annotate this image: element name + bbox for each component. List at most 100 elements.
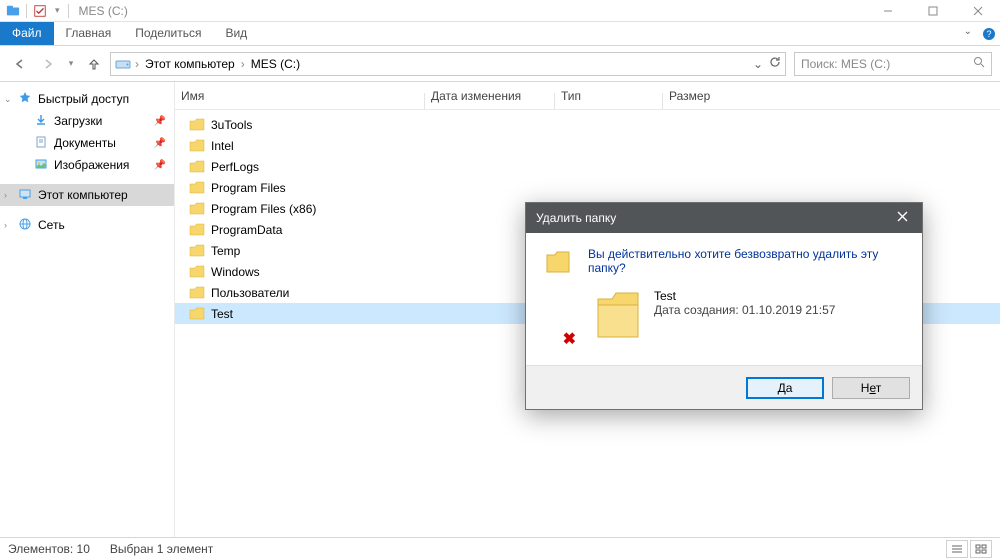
column-date: Дата изменения bbox=[431, 89, 561, 103]
file-name: PerfLogs bbox=[211, 160, 259, 174]
breadcrumb[interactable]: Этот компьютер bbox=[141, 57, 239, 71]
file-name: Windows bbox=[211, 265, 260, 279]
network-icon bbox=[18, 217, 32, 234]
dialog-titlebar[interactable]: Удалить папку bbox=[526, 203, 922, 233]
sidebar-item-label: Документы bbox=[54, 136, 116, 150]
qa-properties-icon[interactable] bbox=[33, 4, 47, 18]
image-icon bbox=[34, 157, 48, 174]
minimize-button[interactable] bbox=[865, 0, 910, 22]
window-title: MES (C:) bbox=[75, 4, 128, 18]
file-name: ProgramData bbox=[211, 223, 282, 237]
chevron-right-icon[interactable]: › bbox=[133, 57, 141, 71]
dialog-question: Вы действительно хотите безвозвратно уда… bbox=[588, 247, 904, 275]
folder-icon bbox=[189, 201, 205, 217]
file-name: Program Files bbox=[211, 181, 286, 195]
file-name: Test bbox=[211, 307, 233, 321]
tab-home[interactable]: Главная bbox=[54, 22, 124, 45]
document-icon bbox=[34, 135, 48, 152]
recent-dropdown-icon[interactable]: ▾ bbox=[64, 52, 78, 76]
address-bar[interactable]: › Этот компьютер › MES (C:) ⌄ bbox=[110, 52, 786, 76]
expand-icon[interactable]: › bbox=[4, 190, 7, 200]
forward-button[interactable] bbox=[36, 52, 60, 76]
delete-folder-dialog: Удалить папку ✖ Вы действительно хотите … bbox=[525, 202, 923, 410]
sidebar-item-documents[interactable]: Документы 📌 bbox=[0, 132, 174, 154]
file-name: 3uTools bbox=[211, 118, 252, 132]
sidebar: ⌄ Быстрый доступ Загрузки 📌 Документы 📌 … bbox=[0, 82, 175, 537]
dialog-item-meta: Дата создания: 01.10.2019 21:57 bbox=[654, 303, 835, 317]
close-button[interactable] bbox=[955, 0, 1000, 22]
column-headers[interactable]: Имя Дата изменения Тип Размер bbox=[175, 82, 1000, 110]
sidebar-item-downloads[interactable]: Загрузки 📌 bbox=[0, 110, 174, 132]
sidebar-network[interactable]: › Сеть bbox=[0, 214, 174, 236]
folder-icon bbox=[189, 180, 205, 196]
file-row[interactable]: 3uTools bbox=[175, 114, 1000, 135]
sidebar-label: Этот компьютер bbox=[38, 188, 128, 202]
search-input[interactable]: Поиск: MES (C:) bbox=[794, 52, 992, 76]
folder-icon bbox=[189, 264, 205, 280]
sidebar-this-pc[interactable]: › Этот компьютер bbox=[0, 184, 174, 206]
ribbon-collapse-icon[interactable]: ⌄ bbox=[958, 22, 978, 45]
folder-icon bbox=[594, 287, 642, 347]
folder-icon bbox=[189, 243, 205, 259]
pin-icon: 📌 bbox=[154, 138, 166, 149]
file-row[interactable]: Program Files bbox=[175, 177, 1000, 198]
status-selection: Выбран 1 элемент bbox=[110, 542, 213, 556]
folder-icon bbox=[189, 117, 205, 133]
back-button[interactable] bbox=[8, 52, 32, 76]
tab-share[interactable]: Поделиться bbox=[123, 22, 213, 45]
navigation-bar: ▾ › Этот компьютер › MES (C:) ⌄ Поиск: M… bbox=[0, 46, 1000, 82]
star-icon bbox=[18, 91, 32, 108]
sidebar-item-pictures[interactable]: Изображения 📌 bbox=[0, 154, 174, 176]
dialog-title: Удалить папку bbox=[536, 211, 616, 225]
folder-icon bbox=[189, 138, 205, 154]
breadcrumb[interactable]: MES (C:) bbox=[247, 57, 304, 71]
sidebar-label: Быстрый доступ bbox=[38, 92, 129, 106]
file-row[interactable]: PerfLogs bbox=[175, 156, 1000, 177]
view-large-icons-button[interactable] bbox=[970, 540, 992, 558]
status-count: Элементов: 10 bbox=[8, 542, 90, 556]
tab-file[interactable]: Файл bbox=[0, 22, 54, 45]
qa-dropdown-icon[interactable]: ▾ bbox=[53, 5, 62, 16]
sidebar-item-label: Загрузки bbox=[54, 114, 102, 128]
file-row[interactable]: Intel bbox=[175, 135, 1000, 156]
maximize-button[interactable] bbox=[910, 0, 955, 22]
file-name: Intel bbox=[211, 139, 234, 153]
sidebar-item-label: Изображения bbox=[54, 158, 129, 172]
column-name: Имя bbox=[181, 89, 431, 103]
help-button[interactable]: ? bbox=[978, 22, 1000, 45]
tab-view[interactable]: Вид bbox=[213, 22, 259, 45]
chevron-right-icon[interactable]: › bbox=[239, 57, 247, 71]
up-button[interactable] bbox=[82, 52, 106, 76]
folder-icon bbox=[189, 159, 205, 175]
sidebar-quick-access[interactable]: ⌄ Быстрый доступ bbox=[0, 88, 174, 110]
yes-button[interactable]: Да bbox=[746, 377, 824, 399]
dialog-item-name: Test bbox=[654, 289, 835, 303]
folder-icon bbox=[189, 285, 205, 301]
view-details-button[interactable] bbox=[946, 540, 968, 558]
svg-text:?: ? bbox=[986, 29, 991, 39]
app-icon bbox=[6, 4, 20, 18]
separator bbox=[68, 4, 69, 18]
pc-icon bbox=[18, 187, 32, 204]
file-name: Temp bbox=[211, 244, 240, 258]
pin-icon: 📌 bbox=[154, 160, 166, 171]
content-area: Имя Дата изменения Тип Размер 3uTools Int… bbox=[175, 82, 1000, 537]
search-icon bbox=[973, 56, 985, 71]
expand-icon[interactable]: ⌄ bbox=[4, 94, 12, 105]
titlebar: ▾ MES (C:) bbox=[0, 0, 1000, 22]
separator bbox=[26, 4, 27, 18]
dialog-close-button[interactable] bbox=[892, 211, 912, 225]
drive-icon bbox=[115, 56, 131, 72]
folder-icon bbox=[189, 222, 205, 238]
no-button[interactable]: Нет bbox=[832, 377, 910, 399]
refresh-button[interactable] bbox=[769, 56, 781, 71]
address-dropdown-icon[interactable]: ⌄ bbox=[753, 57, 763, 71]
ribbon-tabs: Файл Главная Поделиться Вид ⌄ ? bbox=[0, 22, 1000, 46]
file-name: Program Files (x86) bbox=[211, 202, 316, 216]
column-size: Размер bbox=[669, 89, 749, 103]
download-icon bbox=[34, 113, 48, 130]
pin-icon: 📌 bbox=[154, 116, 166, 127]
file-name: Пользователи bbox=[211, 286, 289, 300]
search-placeholder: Поиск: MES (C:) bbox=[801, 57, 890, 71]
expand-icon[interactable]: › bbox=[4, 220, 7, 230]
